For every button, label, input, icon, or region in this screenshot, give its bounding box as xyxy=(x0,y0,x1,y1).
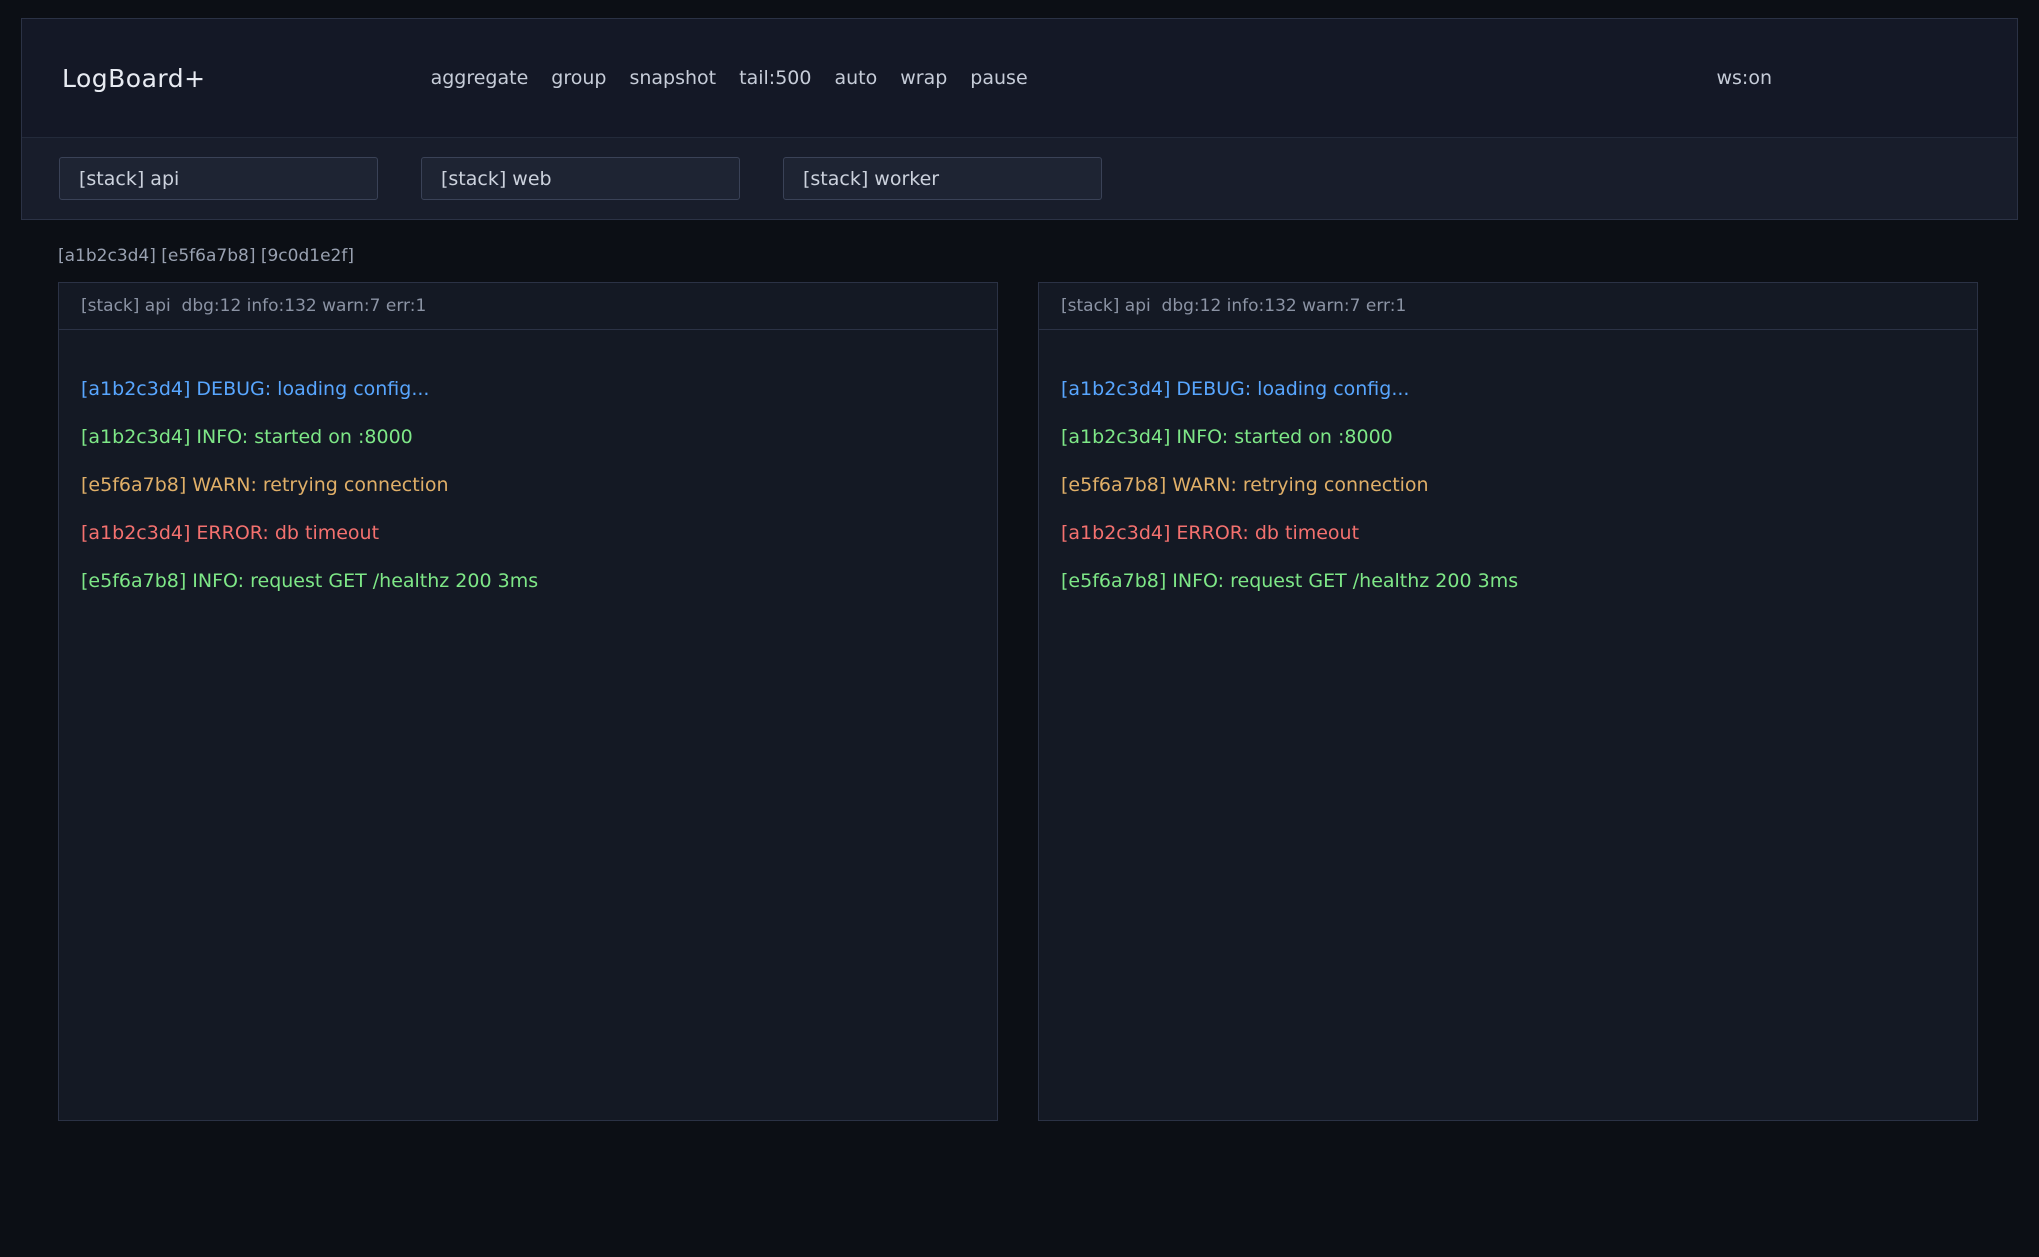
log-panel-1: [stack] api dbg:12 info:132 warn:7 err:1… xyxy=(58,282,998,1121)
toolbar-item-snapshot[interactable]: snapshot xyxy=(629,67,716,89)
stack-tab-stack-web[interactable]: [stack] web xyxy=(421,157,740,200)
log-panel-body[interactable]: [a1b2c3d4] DEBUG: loading config... [a1b2… xyxy=(59,330,997,595)
log-line-error: [a1b2c3d4] ERROR: db timeout xyxy=(81,519,975,547)
stack-tab-stack-worker[interactable]: [stack] worker xyxy=(783,157,1102,200)
toolbar-item-wrap[interactable]: wrap xyxy=(900,67,947,89)
header-top-row: LogBoard+ aggregate group snapshot tail:500… xyxy=(22,19,2017,137)
toolbar-item-aggregate[interactable]: aggregate xyxy=(431,67,529,89)
log-line-info: [e5f6a7b8] INFO: request GET /healthz 20… xyxy=(1061,567,1955,595)
log-line-error: [a1b2c3d4] ERROR: db timeout xyxy=(1061,519,1955,547)
toolbar-item-auto[interactable]: auto xyxy=(834,67,877,89)
toolbar: aggregate group snapshot tail:500 auto wrap pa… xyxy=(431,67,1028,89)
log-line-info: [e5f6a7b8] INFO: request GET /healthz 20… xyxy=(81,567,975,595)
app-title: LogBoard+ xyxy=(62,64,206,93)
log-line-info: [a1b2c3d4] INFO: started on :8000 xyxy=(81,423,975,451)
toolbar-item-tail-500[interactable]: tail:500 xyxy=(739,67,811,89)
log-panel-2: [stack] api dbg:12 info:132 warn:7 err:1… xyxy=(1038,282,1978,1121)
ws-status-toggle[interactable]: ws:on xyxy=(1716,67,1772,89)
log-line-warn: [e5f6a7b8] WARN: retrying connection xyxy=(1061,471,1955,499)
panels-row: [stack] api dbg:12 info:132 warn:7 err:1… xyxy=(58,282,1978,1121)
breadcrumb: [a1b2c3d4] [e5f6a7b8] [9c0d1e2f] xyxy=(58,246,2039,266)
log-line-info: [a1b2c3d4] INFO: started on :8000 xyxy=(1061,423,1955,451)
log-panel-body[interactable]: [a1b2c3d4] DEBUG: loading config... [a1b2… xyxy=(1039,330,1977,595)
toolbar-item-pause[interactable]: pause xyxy=(970,67,1027,89)
log-line-warn: [e5f6a7b8] WARN: retrying connection xyxy=(81,471,975,499)
log-panel-header: [stack] api dbg:12 info:132 warn:7 err:1 xyxy=(59,283,997,330)
header: LogBoard+ aggregate group snapshot tail:500… xyxy=(21,18,2018,220)
toolbar-item-group[interactable]: group xyxy=(551,67,606,89)
log-line-debug: [a1b2c3d4] DEBUG: loading config... xyxy=(81,375,975,403)
log-panel-header: [stack] api dbg:12 info:132 warn:7 err:1 xyxy=(1039,283,1977,330)
log-line-debug: [a1b2c3d4] DEBUG: loading config... xyxy=(1061,375,1955,403)
stack-tabs-row: [stack] api [stack] web [stack] worker xyxy=(22,137,2017,219)
stack-tab-stack-api[interactable]: [stack] api xyxy=(59,157,378,200)
